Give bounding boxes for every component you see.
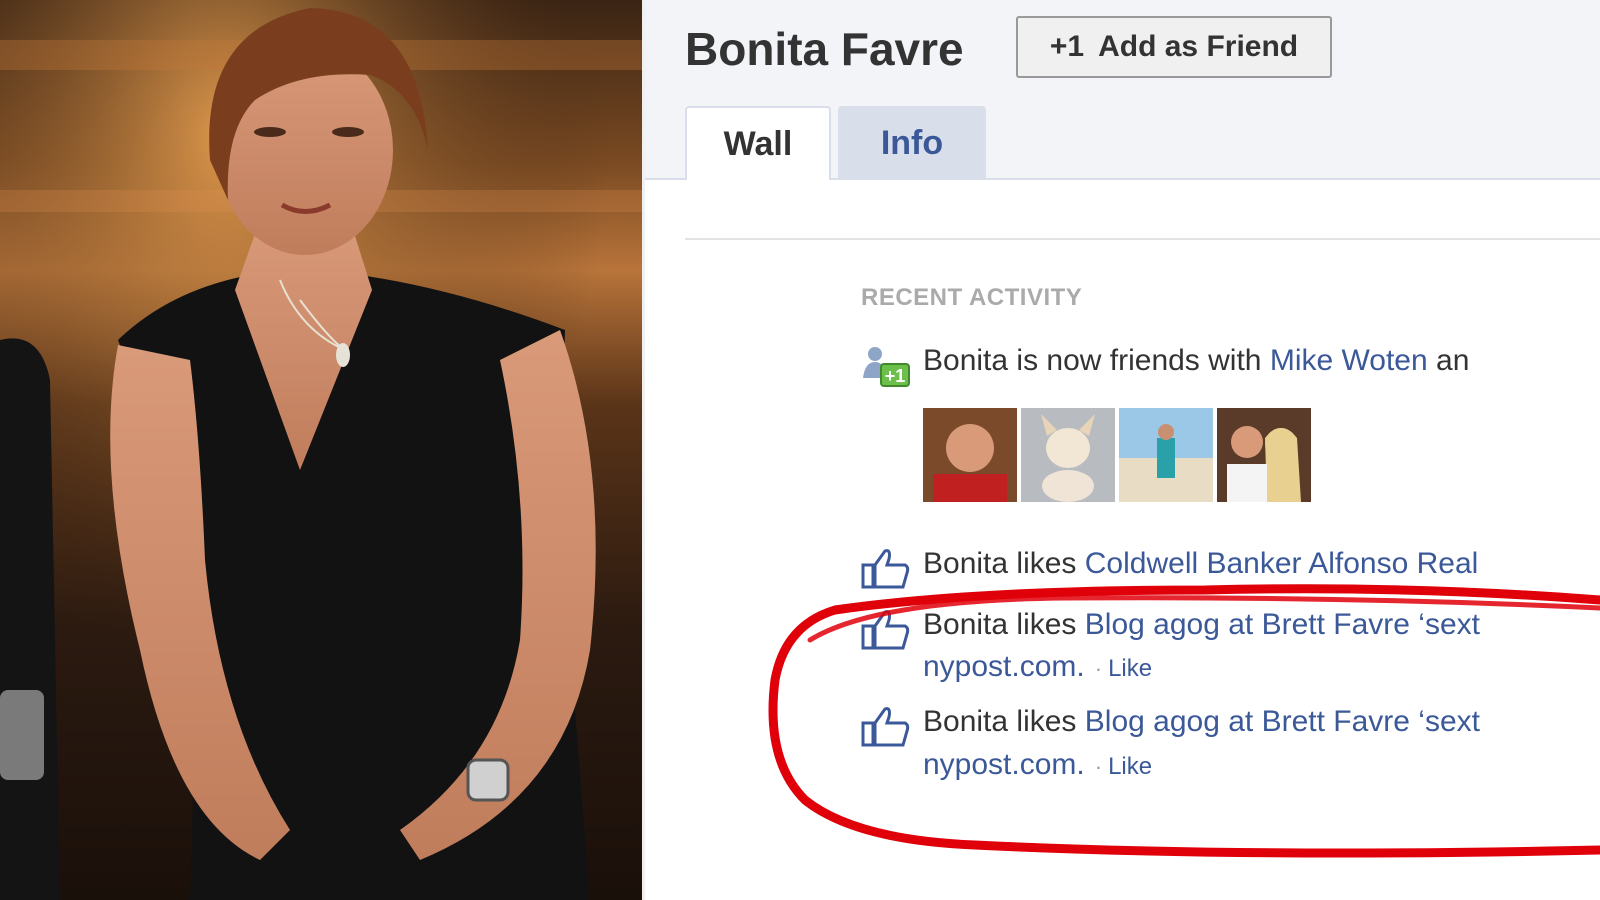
like-button[interactable]: Like — [1108, 753, 1152, 780]
plus-one-icon: +1 — [1049, 30, 1085, 63]
like-activity-text: Bonita likes Blog agog at Brett Favre ‘s… — [923, 705, 1480, 739]
like-button[interactable]: Like — [1108, 655, 1152, 682]
friend-thumbnail[interactable] — [1021, 408, 1115, 502]
add-friend-icon: +1 — [863, 347, 910, 387]
friend-thumbnails — [923, 408, 1311, 502]
separator-dot: · — [1094, 656, 1103, 681]
profile-name: Bonita Favre — [685, 23, 964, 75]
tab-info[interactable]: Info — [838, 106, 986, 180]
tab-wall-label: Wall — [723, 124, 793, 163]
friend-thumbnail[interactable] — [1217, 408, 1311, 502]
liked-article-link[interactable]: Blog agog at Brett Favre ‘sext — [1085, 608, 1480, 641]
like-source-line: nypost.com. · Like — [923, 650, 1152, 684]
friends-text-suffix: an — [1436, 344, 1470, 377]
tab-wall[interactable]: Wall — [685, 106, 831, 180]
thumbs-up-icon — [861, 707, 910, 747]
like-source-line: nypost.com. · Like — [923, 748, 1152, 782]
thumbs-up-icon — [861, 610, 910, 650]
like-text-prefix: Bonita likes — [923, 547, 1077, 580]
like-text-prefix: Bonita likes — [923, 705, 1077, 738]
separator-dot: · — [1094, 754, 1103, 779]
source-link[interactable]: nypost.com. — [923, 650, 1085, 683]
friend-thumbnail[interactable] — [923, 408, 1017, 502]
divider-line — [685, 238, 1600, 240]
friend-thumbnail[interactable] — [1119, 408, 1213, 502]
friends-text-prefix: Bonita is now friends with — [923, 344, 1262, 377]
thumbs-up-icon — [861, 549, 910, 589]
friends-activity-text: Bonita is now friends with Mike Woten an — [923, 344, 1469, 378]
friend-link-mike-woten[interactable]: Mike Woten — [1270, 344, 1428, 377]
like-text-prefix: Bonita likes — [923, 608, 1077, 641]
photo-illustration — [0, 0, 642, 900]
add-friend-button[interactable]: +1 Add as Friend — [1016, 16, 1332, 78]
recent-activity-heading: RECENT ACTIVITY — [861, 284, 1083, 311]
facebook-profile: Bonita Favre +1 Add as Friend Wall Info … — [645, 0, 1600, 900]
svg-text:+1: +1 — [885, 366, 906, 386]
liked-article-link[interactable]: Blog agog at Brett Favre ‘sext — [1085, 705, 1480, 738]
profile-header: Bonita Favre +1 Add as Friend Wall Info — [645, 0, 1600, 180]
like-activity-text: Bonita likes Blog agog at Brett Favre ‘s… — [923, 608, 1480, 642]
like-activity-text: Bonita likes Coldwell Banker Alfonso Rea… — [923, 547, 1478, 581]
tab-info-label: Info — [880, 123, 944, 162]
liked-page-link[interactable]: Coldwell Banker Alfonso Real — [1085, 547, 1479, 580]
woman-photo — [0, 0, 642, 900]
add-friend-label: Add as Friend — [1098, 30, 1299, 63]
source-link[interactable]: nypost.com. — [923, 748, 1085, 781]
